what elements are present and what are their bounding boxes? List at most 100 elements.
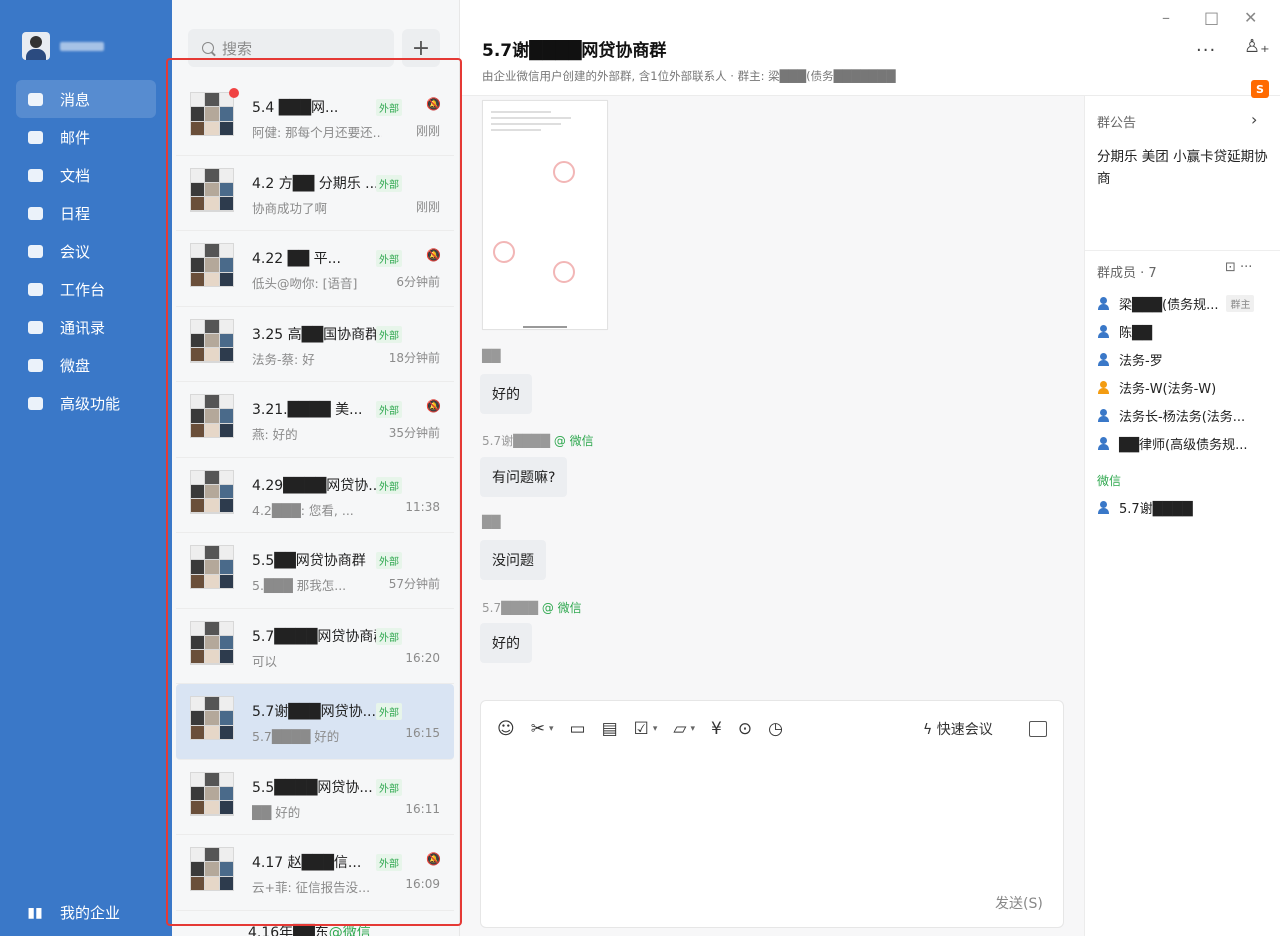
message-bubble[interactable]: 好的 bbox=[480, 623, 532, 663]
schedule-icon[interactable]: ◷ bbox=[768, 719, 783, 739]
search-input[interactable]: 搜索 bbox=[188, 29, 394, 67]
user-avatar[interactable] bbox=[22, 32, 50, 60]
divider bbox=[1085, 250, 1280, 251]
file-text-icon[interactable]: ▤ bbox=[602, 719, 618, 739]
folder-icon[interactable]: ▱ bbox=[673, 719, 686, 739]
member-item[interactable]: 法务-W(法务-W) bbox=[1097, 378, 1216, 397]
group-avatar bbox=[190, 394, 234, 438]
conversation-item[interactable]: 5.5████网贷协... 外部 ██ 好的 16:11 bbox=[176, 760, 454, 835]
nav-item-label: 工作台 bbox=[60, 280, 106, 299]
current-user[interactable] bbox=[22, 32, 104, 60]
group-avatar bbox=[190, 243, 234, 287]
image-icon[interactable]: ▭ bbox=[570, 719, 586, 739]
member-item[interactable]: 陈██ bbox=[1097, 322, 1152, 341]
notice-title[interactable]: 群公告 bbox=[1097, 112, 1136, 131]
conversation-preview: 5.7████ 好的 bbox=[252, 729, 340, 744]
message-sender: 5.7谢████ @ 微信 bbox=[482, 434, 594, 448]
message-sender: 5.7████ @ 微信 bbox=[482, 601, 582, 615]
checklist-icon[interactable]: ☑ bbox=[634, 719, 649, 739]
member-item[interactable]: 梁███(债务规... 群主 bbox=[1097, 294, 1255, 313]
external-tag: 外部 bbox=[376, 778, 402, 796]
emoji-icon[interactable]: ☺ bbox=[497, 719, 515, 739]
layout-icon[interactable] bbox=[1029, 721, 1047, 737]
message-composer[interactable]: ☺ ✂ ▾ ▭ ▤ ☑ ▾ ▱ ▾ ¥ ⊙ ◷ ϟ 快速会议 发送(S) bbox=[480, 700, 1064, 928]
group-avatar bbox=[190, 318, 234, 363]
nav-item-7[interactable]: 微盘 bbox=[16, 346, 156, 384]
owner-badge: 群主 bbox=[1226, 295, 1255, 312]
nav-item-8[interactable]: 高级功能 bbox=[16, 384, 156, 422]
conversation-time: 6分钟前 bbox=[396, 275, 440, 289]
nav-item-3[interactable]: 日程 bbox=[16, 194, 156, 232]
nav-item-2[interactable]: 文档 bbox=[16, 156, 156, 194]
my-enterprise-button[interactable]: ▮▮ 我的企业 bbox=[26, 902, 120, 923]
conversation-item[interactable]: 5.4 ███网... 外部 🔕 阿健: 那每个月还要还... 刚刚 bbox=[176, 80, 454, 156]
more-options-icon[interactable]: ··· bbox=[1196, 40, 1216, 61]
member-item[interactable]: 5.7谢████ bbox=[1097, 498, 1193, 517]
nav-item-1[interactable]: 邮件 bbox=[16, 118, 156, 156]
nav-item-0[interactable]: 消息 bbox=[16, 80, 156, 118]
chevron-down-icon[interactable]: ▾ bbox=[691, 724, 696, 734]
message-bubble[interactable]: 好的 bbox=[480, 374, 532, 414]
minimize-button[interactable]: – bbox=[1162, 8, 1170, 27]
external-tag: 外部 bbox=[376, 99, 402, 116]
conversation-item[interactable]: 3.25 高██国协商群 外部 法务-蔡: 好 18分钟前 bbox=[176, 307, 454, 382]
chevron-right-icon[interactable]: › bbox=[1251, 110, 1257, 129]
conversation-title: 4.2 方██ 分期乐 ... bbox=[252, 175, 379, 192]
message-bubble[interactable]: 没问题 bbox=[480, 540, 546, 580]
nav-item-6[interactable]: 通讯录 bbox=[16, 308, 156, 346]
member-item[interactable]: ██律师(高级债务规... bbox=[1097, 434, 1247, 453]
lightning-icon: ϟ bbox=[923, 722, 933, 738]
external-tag: 外部 bbox=[376, 325, 402, 343]
peek-title: 4.16年██东 bbox=[248, 925, 329, 936]
person-icon bbox=[1097, 408, 1111, 423]
conversation-preview: 燕: 好的 bbox=[252, 427, 298, 442]
conversation-item[interactable]: 5.7谢███网贷协... 外部 5.7████ 好的 16:15 bbox=[176, 684, 454, 760]
conversation-time: 刚刚 bbox=[415, 199, 440, 214]
conversation-item[interactable]: 4.29████网贷协... 外部 4.2███: 您看, ... 11:38 bbox=[176, 458, 454, 533]
extension-badge[interactable]: S bbox=[1251, 80, 1269, 98]
maximize-button[interactable]: □ bbox=[1204, 8, 1219, 27]
quick-meeting-button[interactable]: ϟ 快速会议 bbox=[923, 719, 993, 739]
send-button[interactable]: 发送(S) bbox=[995, 893, 1043, 913]
nav-item-5[interactable]: 工作台 bbox=[16, 270, 156, 308]
add-button[interactable]: + bbox=[402, 29, 440, 67]
conversation-title: 5.5██网贷协商群 bbox=[252, 553, 366, 569]
member-tools[interactable]: ⊡ ··· bbox=[1225, 260, 1252, 275]
conversation-item[interactable]: 3.21.████ 美... 外部 🔕 燕: 好的 35分钟前 bbox=[176, 382, 454, 458]
chevron-down-icon[interactable]: ▾ bbox=[549, 724, 554, 734]
more-circle-icon[interactable]: ⊙ bbox=[738, 719, 752, 739]
search-placeholder: 搜索 bbox=[222, 39, 253, 58]
conversation-item[interactable]: 4.17 赵███信... 外部 🔕 云+菲: 征信报告没... 16:09 bbox=[176, 835, 454, 911]
conversation-item[interactable]: 4.2 方██ 分期乐 ... 外部 协商成功了啊 刚刚 bbox=[176, 156, 454, 231]
drive-icon bbox=[26, 356, 44, 374]
conversation-title: 4.17 赵███信... bbox=[252, 855, 362, 871]
conversation-peek[interactable]: 4.16年██东@微信 bbox=[248, 922, 371, 936]
member-name: 法务-罗 bbox=[1119, 354, 1163, 369]
nav-item-label: 文档 bbox=[60, 166, 91, 185]
conversation-item[interactable]: 4.22 ██ 平... 外部 🔕 低头@吻你: [语音] 6分钟前 bbox=[176, 231, 454, 307]
conversation-title: 5.5████网贷协... bbox=[252, 779, 373, 796]
member-item[interactable]: 法务-罗 bbox=[1097, 350, 1163, 369]
conversation-title: 3.25 高██国协商群 bbox=[252, 326, 380, 343]
conversation-preview: 4.2███: 您看, ... bbox=[252, 502, 354, 518]
conversation-preview: 低头@吻你: [语音] bbox=[252, 276, 358, 291]
member-item[interactable]: 法务长-杨法务(法务... bbox=[1097, 406, 1245, 425]
conversation-item[interactable]: 5.5██网贷协商群 外部 5.███ 那我怎... 57分钟前 bbox=[176, 533, 454, 609]
scissors-icon[interactable]: ✂ bbox=[531, 719, 545, 739]
document-image-message[interactable] bbox=[482, 100, 608, 330]
conversation-panel: 搜索 + 5.4 ███网... 外部 🔕 阿健: 那每个月还要还... 刚刚 4.2 方… bbox=[172, 0, 460, 936]
external-tag: 外部 bbox=[376, 627, 402, 645]
left-nav: 消息 邮件文档日程 会议工作台通讯录 微盘 高级功能 ▮▮ 我的企业 bbox=[0, 0, 172, 936]
message-bubble[interactable]: 有问题嘛? bbox=[480, 457, 568, 497]
mute-icon: 🔕 bbox=[426, 248, 441, 262]
close-button[interactable]: ✕ bbox=[1244, 8, 1257, 27]
external-tag: 外部 bbox=[376, 552, 402, 569]
add-member-icon[interactable]: ♙₊ bbox=[1244, 36, 1270, 57]
group-avatar bbox=[190, 847, 234, 891]
chevron-down-icon[interactable]: ▾ bbox=[653, 724, 658, 734]
money-icon[interactable]: ¥ bbox=[711, 719, 722, 739]
conversation-item[interactable]: 5.7████网贷协商群 外部 可以 16:20 bbox=[176, 609, 454, 684]
chat-title[interactable]: 5.7谢████网贷协商群 bbox=[482, 36, 666, 61]
nav-item-4[interactable]: 会议 bbox=[16, 232, 156, 270]
peek-wechat-tag: @微信 bbox=[328, 925, 371, 936]
